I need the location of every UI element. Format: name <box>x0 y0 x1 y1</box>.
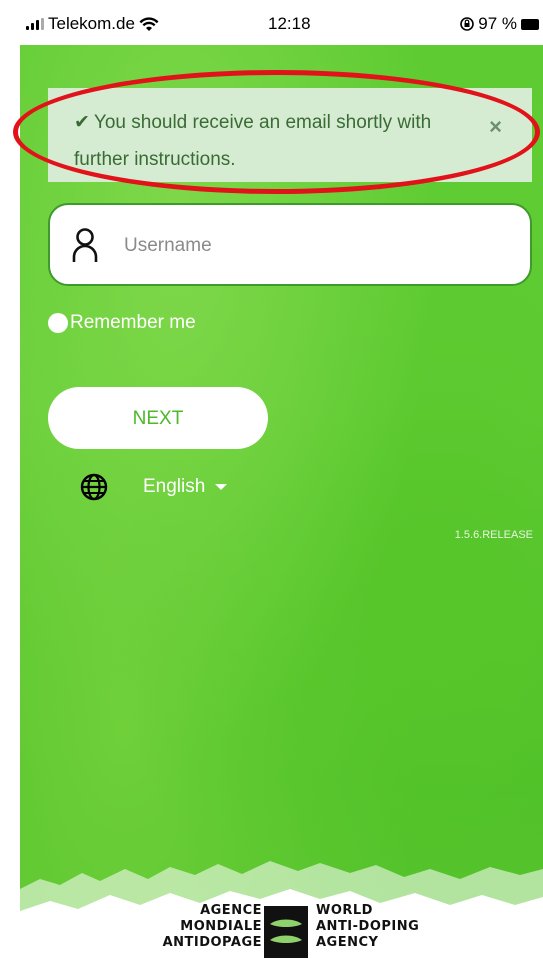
language-selector[interactable]: English <box>143 476 228 498</box>
logo-text-french: AGENCE MONDIALE ANTIDOPAGE <box>163 903 262 951</box>
logo-text-line: ANTI-DOPING <box>316 919 420 934</box>
wifi-icon <box>139 16 159 31</box>
logo-text-line: WORLD <box>316 903 373 918</box>
alert-message-wrapper: ✔ You should receive an email shortly wit… <box>74 104 454 178</box>
green-background <box>20 45 543 959</box>
status-left: Telekom.de <box>26 14 159 34</box>
status-bar: Telekom.de 12:18 97 % <box>20 0 543 45</box>
check-icon: ✔ <box>74 112 90 133</box>
status-time: 12:18 <box>268 14 311 33</box>
logo-text-line: AGENCY <box>316 935 379 950</box>
language-label: English <box>143 476 206 497</box>
remember-me-toggle[interactable]: Remember me <box>48 312 196 334</box>
username-input[interactable] <box>122 225 516 267</box>
user-icon <box>72 228 98 262</box>
rotation-lock-icon <box>460 17 475 31</box>
remember-me-label: Remember me <box>70 312 196 333</box>
success-alert: ✔ You should receive an email shortly wit… <box>48 88 532 182</box>
alert-message: You should receive an email shortly with… <box>74 112 432 170</box>
battery-icon <box>521 18 539 30</box>
status-right: 97 % <box>460 14 539 34</box>
app-screen: Telekom.de 12:18 97 % ✔ You should recei… <box>0 0 543 959</box>
next-button[interactable]: NEXT <box>48 387 268 449</box>
caret-down-icon <box>215 484 228 490</box>
logo-text-english: WORLD ANTI-DOPING AGENCY <box>316 903 419 951</box>
remember-me-radio[interactable] <box>48 313 68 333</box>
logo-text-line: AGENCE <box>200 903 262 918</box>
battery-percent: 97 % <box>478 14 517 33</box>
version-label: 1.5.6.RELEASE <box>454 529 533 541</box>
close-icon[interactable]: × <box>489 114 502 140</box>
wada-logo: AGENCE MONDIALE ANTIDOPAGE WORLD ANTI-DO… <box>140 903 440 959</box>
signal-icon <box>26 18 44 30</box>
username-field-container[interactable] <box>48 203 532 286</box>
logo-text-line: MONDIALE <box>180 919 262 934</box>
wada-logo-mark <box>264 906 308 958</box>
globe-icon <box>80 473 108 501</box>
carrier-label: Telekom.de <box>48 14 135 33</box>
logo-text-line: ANTIDOPAGE <box>162 935 262 950</box>
